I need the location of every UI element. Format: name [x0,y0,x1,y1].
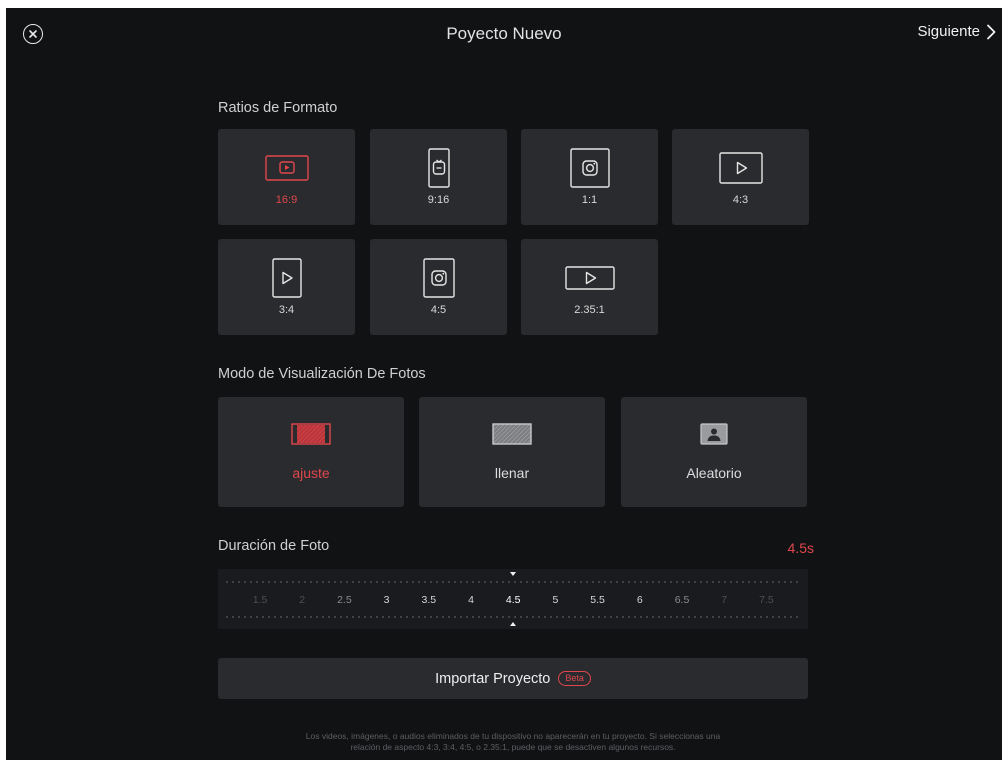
slider-dots-bottom [224,616,802,618]
duration-tick-label[interactable]: 2 [299,594,305,606]
duration-tick-label[interactable]: 3.5 [421,594,436,606]
ratio-label: 3:4 [278,304,295,316]
duration-tick-label[interactable]: 3 [384,594,390,606]
ratio-label: 1:1 [581,194,598,206]
ratio-1-1-option[interactable]: 1:1 [521,129,658,225]
chevron-right-icon [987,24,996,39]
ratio-9-16-option[interactable]: 9:16 [370,129,507,225]
instagram-portrait-icon [422,258,455,298]
ratio-3-4-option[interactable]: 3:4 [218,239,355,335]
duration-tick-label[interactable]: 5.5 [590,594,605,606]
top-bar: Poyecto Nuevo Siguiente [6,8,1002,60]
footnote-line-2: relación de aspecto 4:3, 3:4, 4:5, o 2.3… [350,741,676,752]
duration-tick-label[interactable]: 7.5 [759,594,774,606]
photo-mode-label: ajuste [292,465,330,481]
duration-tick-label[interactable]: 7 [721,594,727,606]
slider-tick-row: 1.5 2 2.5 3 3.5 4 4.5 5 5.5 6 6.5 7 7.5 [218,594,808,608]
duration-tick-label[interactable]: 1.5 [253,594,268,606]
next-button-label: Siguiente [917,23,980,40]
duration-tick-label[interactable]: 6.5 [675,594,690,606]
fill-icon [492,423,532,445]
page-title: Poyecto Nuevo [446,24,562,43]
random-photo-icon [700,423,728,445]
youtube-landscape-icon [264,148,309,188]
footnote: Los videos, imágenes, o audios eliminado… [206,731,820,752]
ratio-4-3-option[interactable]: 4:3 [672,129,809,225]
footnote-line-1: Los videos, imágenes, o audios eliminado… [305,731,721,741]
ratio-label: 2.35:1 [574,304,605,316]
play-portrait-icon [271,258,302,298]
play-wide-icon [564,258,615,298]
ratio-label: 4:5 [430,304,447,316]
photo-mode-section-label: Modo de Visualización De Fotos [218,366,426,382]
fit-icon [291,423,331,445]
play-landscape-icon [718,148,763,188]
next-button[interactable]: Siguiente [917,23,996,40]
duration-tick-label[interactable]: 4.5 [506,594,521,606]
import-project-button[interactable]: Importar Proyecto Beta [218,658,808,699]
photo-mode-fit-option[interactable]: ajuste [218,397,404,507]
ratio-label: 9:16 [427,194,450,206]
photo-mode-label: llenar [494,465,530,481]
ratios-section-label: Ratios de Formato [218,100,338,116]
ratio-label: 4:3 [732,194,749,206]
slider-dots-top [224,581,802,583]
ratio-2-35-1-option[interactable]: 2.35:1 [521,239,658,335]
tiktok-portrait-icon [427,148,450,188]
slider-marker-top [510,572,516,576]
duration-tick-label[interactable]: 4 [468,594,474,606]
ratio-4-5-option[interactable]: 4:5 [370,239,507,335]
beta-badge: Beta [558,671,591,686]
duration-value: 4.5s [787,540,814,556]
new-project-screen: Poyecto Nuevo Siguiente Ratios de Format… [6,8,1002,760]
duration-tick-label[interactable]: 2.5 [337,594,352,606]
duration-tick-label[interactable]: 6 [637,594,643,606]
instagram-square-icon [569,148,610,188]
slider-marker-bottom [510,622,516,626]
ratio-label: 16:9 [275,194,298,206]
duration-slider[interactable]: 1.5 2 2.5 3 3.5 4 4.5 5 5.5 6 6.5 7 7.5 [218,569,808,629]
photo-mode-label: Aleatorio [686,465,742,481]
duration-section-label: Duración de Foto [218,538,330,554]
duration-tick-label[interactable]: 5 [552,594,558,606]
photo-mode-random-option[interactable]: Aleatorio [621,397,807,507]
import-project-label: Importar Proyecto [435,670,551,687]
photo-mode-fill-option[interactable]: llenar [419,397,605,507]
ratio-16-9-option[interactable]: 16:9 [218,129,355,225]
